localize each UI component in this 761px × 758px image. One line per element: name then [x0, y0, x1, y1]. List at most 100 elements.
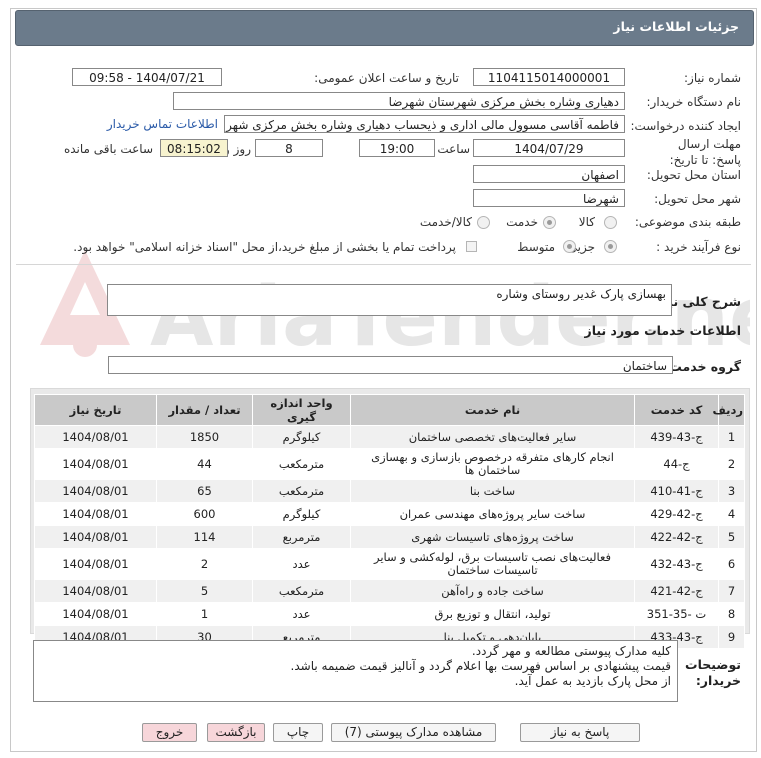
remaining-time-field: 08:15:02: [160, 139, 228, 157]
category-radio-goods-service[interactable]: [477, 216, 490, 229]
service-group-field: ساختمان: [108, 356, 673, 374]
cell-service-code: ج-42-421: [634, 579, 719, 603]
cell-row-number: 6: [718, 548, 745, 580]
cell-service-name: ساخت بنا: [350, 479, 635, 503]
notes-line: قیمت پیشنهادی بر اساس فهرست بها اعلام گر…: [290, 659, 671, 673]
cell-unit: کیلوگرم: [252, 425, 351, 449]
category-radio-service[interactable]: [543, 216, 556, 229]
cell-unit: مترمربع: [252, 525, 351, 549]
province-label: استان محل تحویل:: [646, 168, 741, 182]
cell-quantity: 2: [156, 548, 253, 580]
notes-line: کلیه مدارک پیوستی مطالعه و مهر گردد.: [471, 644, 671, 658]
table-row: 7 ج-42-421 ساخت جاده و راه‌آهن مترمکعب 5 1404…: [34, 579, 745, 603]
announce-label: تاریخ و ساعت اعلان عمومی:: [314, 71, 459, 85]
cell-quantity: 65: [156, 479, 253, 503]
cell-need-date: 1404/08/01: [34, 479, 157, 503]
cell-service-code: ج-42-429: [634, 502, 719, 526]
cell-need-date: 1404/08/01: [34, 579, 157, 603]
cell-unit: عدد: [252, 548, 351, 580]
payment-note: پرداخت تمام یا بخشی از مبلغ خرید،از محل …: [73, 240, 456, 254]
cell-row-number: 8: [718, 602, 745, 626]
col-code-header: کد خدمت: [634, 394, 719, 426]
cell-service-name: تولید، انتقال و توزیع برق: [350, 602, 635, 626]
cell-service-code: ج-43-439: [634, 425, 719, 449]
services-heading: اطلاعات خدمات مورد نیاز: [584, 323, 742, 338]
cell-unit: مترمکعب: [252, 479, 351, 503]
cell-row-number: 4: [718, 502, 745, 526]
cell-service-code: ج-41-410: [634, 479, 719, 503]
cell-need-date: 1404/08/01: [34, 548, 157, 580]
cell-unit: کیلوگرم: [252, 502, 351, 526]
cell-unit: عدد: [252, 602, 351, 626]
cell-service-name: انجام کارهای متفرقه درخصوص بازسازی و بهس…: [350, 448, 635, 480]
deadline-date-field: 1404/07/29: [473, 139, 625, 157]
back-button[interactable]: بازگشت: [207, 723, 265, 742]
cell-quantity: 114: [156, 525, 253, 549]
category-label: طبقه بندی موضوعی:: [634, 215, 741, 229]
announce-field: 1404/07/21 - 09:58: [72, 68, 222, 86]
payment-checkbox[interactable]: [466, 241, 477, 252]
notes-label: توضیحات خریدار:: [685, 657, 741, 688]
cell-row-number: 5: [718, 525, 745, 549]
summary-field: بهسازی پارک غدیر روستای وشاره: [107, 284, 672, 316]
category-option-service: خدمت: [506, 215, 538, 229]
col-qty-header: تعداد / مقدار: [156, 394, 253, 426]
print-button[interactable]: چاپ: [273, 723, 323, 742]
cell-row-number: 9: [718, 625, 745, 649]
city-label: شهر محل تحویل:: [654, 192, 741, 206]
process-option-medium: متوسط: [517, 240, 555, 254]
province-field: اصفهان: [473, 165, 625, 183]
cell-row-number: 3: [718, 479, 745, 503]
title-bar: جزئیات اطلاعات نیاز: [15, 10, 754, 46]
process-radio-medium[interactable]: [563, 240, 576, 253]
category-option-goods-service: کالا/خدمت: [419, 215, 472, 229]
cell-need-date: 1404/08/01: [34, 502, 157, 526]
table-row: 4 ج-42-429 ساخت سایر پروژه‌های مهندسی عمرا…: [34, 502, 745, 526]
requester-label: ایجاد کننده درخواست:: [630, 119, 741, 133]
cell-quantity: 44: [156, 448, 253, 480]
table-row: 1 ج-43-439 سایر فعالیت‌های تخصصی ساختمان کی…: [34, 425, 745, 449]
table-row: 6 ج-43-432 فعالیت‌های نصب تاسیسات برق، لول…: [34, 548, 745, 580]
exit-button[interactable]: خروج: [142, 723, 197, 742]
cell-service-name: ساخت جاده و راه‌آهن: [350, 579, 635, 603]
deadline-label: مهلت ارسال پاسخ: تا تاریخ:: [669, 137, 741, 167]
buyer-org-field: دهیاری وشاره بخش مرکزی شهرستان شهرضا: [173, 92, 625, 110]
cell-service-name: سایر فعالیت‌های تخصصی ساختمان: [350, 425, 635, 449]
process-radio-minor[interactable]: [604, 240, 617, 253]
deadline-time-field: 19:00: [359, 139, 435, 157]
services-table: ردیف کد خدمت نام خدمت واحد اندازه گیری ت…: [34, 394, 745, 649]
cell-service-code: ج-43-432: [634, 548, 719, 580]
notes-field: کلیه مدارک پیوستی مطالعه و مهر گردد. قیم…: [33, 640, 678, 702]
cell-service-name: فعالیت‌های نصب تاسیسات برق، لوله‌کشی و س…: [350, 548, 635, 580]
cell-service-name: ساخت پروژه‌های تاسیسات شهری: [350, 525, 635, 549]
requester-field: فاطمه آقاسی مسوول مالی اداری و ذیحساب ده…: [224, 115, 625, 133]
table-header-row: ردیف کد خدمت نام خدمت واحد اندازه گیری ت…: [34, 394, 745, 426]
buyer-org-label: نام دستگاه خریدار:: [646, 95, 742, 109]
table-row: 5 ج-42-422 ساخت پروژه‌های تاسیسات شهری مترم…: [34, 525, 745, 549]
deadline-time-label: ساعت: [437, 142, 470, 156]
cell-service-name: ساخت سایر پروژه‌های مهندسی عمران: [350, 502, 635, 526]
reply-button[interactable]: پاسخ به نیاز: [520, 723, 640, 742]
table-row: 2 ج-44 انجام کارهای متفرقه درخصوص بازسازی …: [34, 448, 745, 480]
contact-info-link[interactable]: اطلاعات تماس خریدار: [107, 117, 218, 131]
col-unit-header: واحد اندازه گیری: [252, 394, 351, 426]
need-number-label: شماره نیاز:: [684, 71, 741, 85]
city-field: شهرضا: [473, 189, 625, 207]
need-number-field: 1104115014000001: [473, 68, 625, 86]
cell-quantity: 5: [156, 579, 253, 603]
cell-need-date: 1404/08/01: [34, 448, 157, 480]
service-group-label: گروه خدمت:: [664, 359, 741, 374]
cell-row-number: 7: [718, 579, 745, 603]
cell-row-number: 2: [718, 448, 745, 480]
cell-service-code: ج-44: [634, 448, 719, 480]
col-date-header: تاریخ نیاز: [34, 394, 157, 426]
category-radio-goods[interactable]: [604, 216, 617, 229]
window-title: جزئیات اطلاعات نیاز: [613, 19, 739, 34]
table-row: 8ت -35-351 تولید، انتقال و توزیع برق عدد 1 1…: [34, 602, 745, 626]
col-name-header: نام خدمت: [350, 394, 635, 426]
cell-need-date: 1404/08/01: [34, 525, 157, 549]
cell-quantity: 1: [156, 602, 253, 626]
category-option-goods: کالا: [578, 215, 595, 229]
table-row: 3 ج-41-410 ساخت بنا مترمکعب 65 1404/08/01: [34, 479, 745, 503]
view-attachments-button[interactable]: مشاهده مدارک پیوستی (7): [331, 723, 496, 742]
